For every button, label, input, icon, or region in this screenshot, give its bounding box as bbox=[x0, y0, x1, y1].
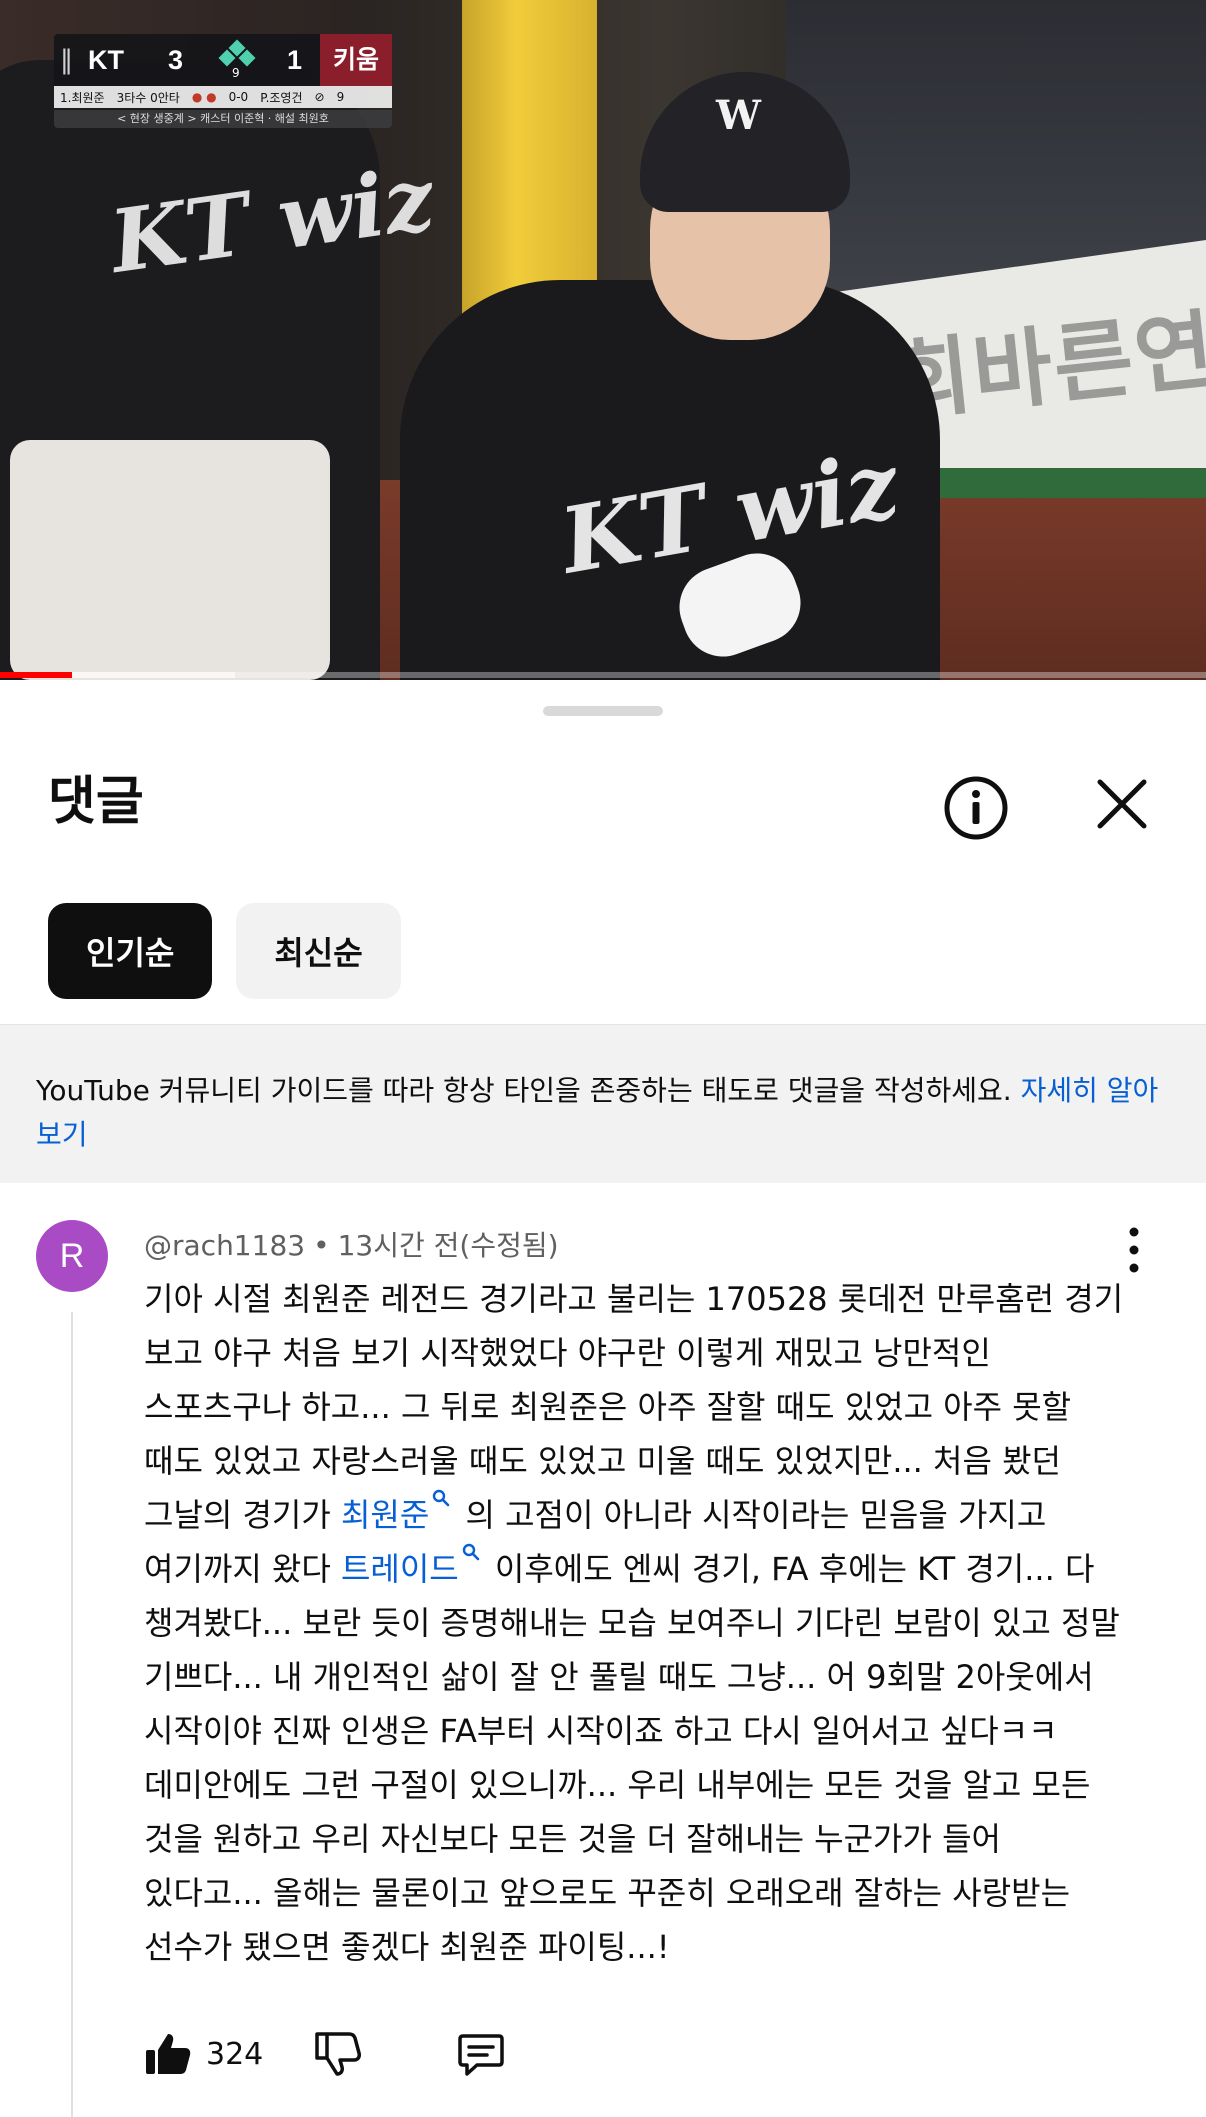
sheet-title: 댓글 bbox=[48, 772, 144, 832]
video-player-left-pants bbox=[10, 440, 330, 680]
comment-text-part3: 이후에도 엔씨 경기, FA 후에는 KT 경기... 다 챙겨봤다... 보란… bbox=[144, 1550, 1120, 1966]
meta-separator: • bbox=[313, 1229, 330, 1262]
keyword-1-label: 최원준 bbox=[340, 1496, 430, 1534]
scorebug: ‖ KT 3 9 1 키움 1.최원준 3타수 0안타 ● ● 0-0 P.조영… bbox=[54, 34, 392, 128]
inning: 9 bbox=[232, 66, 240, 80]
comment-author[interactable]: @rach1183 bbox=[144, 1229, 305, 1262]
thread-line bbox=[71, 1312, 73, 2117]
community-guideline-notice: YouTube 커뮤니티 가이드를 따라 항상 타인을 존중하는 태도로 댓글을… bbox=[0, 1024, 1206, 1183]
pitch-count-icon: ⊘ bbox=[314, 90, 325, 104]
home-score: 1 bbox=[287, 44, 303, 75]
comment-time: 13시간 전(수정됨) bbox=[337, 1229, 559, 1262]
tab-top-comments[interactable]: 인기순 bbox=[48, 903, 213, 999]
thumb-up-icon[interactable] bbox=[144, 2030, 192, 2078]
comments-sheet: 댓글 인기순 최신순 YouTube 커뮤니티 가이드를 따라 항상 타인을 존… bbox=[0, 680, 1206, 2117]
batter-name: 1.최원준 bbox=[60, 90, 105, 105]
ball-count-dots-icon: ● ● bbox=[191, 90, 217, 104]
thumb-down-icon[interactable] bbox=[313, 2030, 362, 2078]
count: 0-0 bbox=[228, 90, 249, 104]
like-count: 324 bbox=[206, 2036, 264, 2072]
batter-stat: 3타수 0안타 bbox=[116, 90, 180, 105]
comment-actions: 324 bbox=[144, 2030, 505, 2078]
scorebug-batter-row: 1.최원준 3타수 0안타 ● ● 0-0 P.조영건 ⊘ 9 bbox=[54, 86, 392, 108]
broadcast-info: < 현장 생중계 > 캐스터 이준혁 · 해설 최원호 bbox=[54, 110, 392, 128]
pitcher-name: P.조영건 bbox=[260, 90, 303, 105]
video-player[interactable]: 우회바른연 KT wiz W KT wiz ‖ KT 3 9 1 키움 1.최원… bbox=[0, 0, 1206, 680]
away-team: KT bbox=[88, 44, 124, 75]
away-score: 3 bbox=[168, 44, 184, 75]
close-icon[interactable] bbox=[1090, 772, 1154, 836]
info-icon[interactable] bbox=[940, 772, 1012, 844]
keyword-link-1[interactable]: 최원준 bbox=[340, 1489, 455, 1534]
comment-meta: @rach1183 • 13시간 전(수정됨) bbox=[144, 1224, 559, 1264]
broadcaster-logo-icon: ‖ bbox=[60, 45, 73, 75]
guideline-text: YouTube 커뮤니티 가이드를 따라 항상 타인을 존중하는 태도로 댓글을… bbox=[36, 1074, 1012, 1107]
avatar[interactable]: R bbox=[36, 1220, 108, 1292]
video-progress-bar[interactable] bbox=[0, 672, 1206, 678]
search-icon bbox=[462, 1543, 480, 1561]
keyword-2-label: 트레이드 bbox=[340, 1550, 459, 1588]
pitch-count: 9 bbox=[336, 90, 345, 104]
sort-tabs: 인기순 최신순 bbox=[48, 903, 401, 999]
guideline-paragraph: YouTube 커뮤니티 가이드를 따라 항상 타인을 존중하는 태도로 댓글을… bbox=[36, 1069, 1166, 1157]
more-vert-icon[interactable] bbox=[1118, 1222, 1150, 1278]
search-icon bbox=[433, 1489, 450, 1507]
home-team: 키움 bbox=[320, 34, 392, 86]
drag-handle[interactable] bbox=[543, 706, 663, 716]
keyword-link-2[interactable]: 트레이드 bbox=[340, 1543, 485, 1588]
progress-played bbox=[0, 672, 73, 678]
reply-icon[interactable] bbox=[457, 2030, 505, 2078]
tab-newest[interactable]: 최신순 bbox=[236, 903, 401, 999]
comment-text: 기아 시절 최원준 레전드 경기라고 불리는 170528 롯데전 만루홈런 경… bbox=[144, 1272, 1129, 1974]
video-helmet-logo: W bbox=[716, 92, 761, 139]
scorebug-scores: ‖ KT 3 9 1 키움 bbox=[54, 34, 392, 86]
